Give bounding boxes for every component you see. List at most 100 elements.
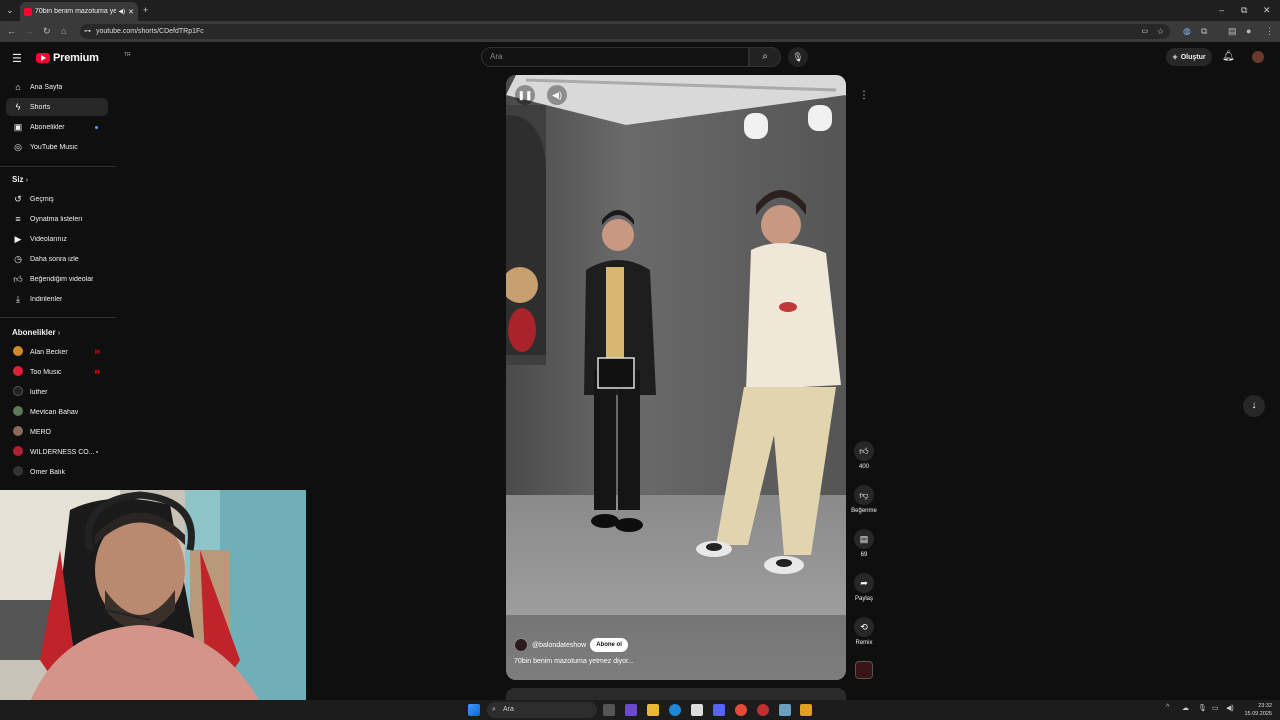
browser-tab-active[interactable]: 70bin benim mazotuma yet ◀) ✕ xyxy=(20,2,138,21)
share-action[interactable]: ➦ Paylaş xyxy=(848,573,880,602)
site-info-icon[interactable]: ⊶ xyxy=(84,24,91,39)
comments-button[interactable]: ▤ xyxy=(854,529,874,549)
sidebar-item-downloads[interactable]: ⤓ İndirilenler xyxy=(6,290,108,308)
app-icon[interactable] xyxy=(779,704,791,716)
shorts-video-player[interactable]: ❚❚ ◀) ⛶ @balondateshow Abone ol 70bin be… xyxy=(506,75,846,680)
sidebar-item-label: Ana Sayfa xyxy=(30,83,63,91)
edge-icon[interactable] xyxy=(669,704,681,716)
share-button[interactable]: ➦ xyxy=(854,573,874,593)
sidebar-item-history[interactable]: ↺ Geçmiş xyxy=(6,190,108,208)
profile-icon[interactable]: ● xyxy=(1246,26,1251,37)
sidebar-sub-wilderness[interactable]: WILDERNESS CO... xyxy=(6,443,108,461)
file-explorer-icon[interactable] xyxy=(647,704,659,716)
channel-name[interactable]: @balondateshow xyxy=(532,642,586,649)
playlist-icon: ≡ xyxy=(15,214,21,224)
sidebar-section-you[interactable]: Siz › xyxy=(12,175,28,184)
browser-menu-icon[interactable]: ⋮ xyxy=(1265,26,1274,37)
dislike-button[interactable]: 👎︎ xyxy=(854,485,874,505)
app-icon-2[interactable] xyxy=(800,704,812,716)
dislike-action[interactable]: 👎︎ Beğenme xyxy=(848,485,880,514)
comments-action[interactable]: ▤ 69 xyxy=(848,529,880,558)
sidebar-item-playlists[interactable]: ≡ Oynatma listeleri xyxy=(6,210,108,228)
sidebar-item-home[interactable]: ⌂ Ana Sayfa xyxy=(6,78,108,96)
fullscreen-button[interactable]: ⛶ xyxy=(815,85,835,105)
sidebar-section-subscriptions[interactable]: Abonelikler › xyxy=(12,328,60,337)
volume-tray-icon[interactable]: ◀) xyxy=(1226,704,1234,712)
reload-icon[interactable]: ↻ xyxy=(43,26,51,37)
discord-icon[interactable] xyxy=(713,704,725,716)
sidebar-item-your-videos[interactable]: ▶ Videolarınız xyxy=(6,230,108,248)
sidebar-item-shorts[interactable]: ϟ Shorts xyxy=(6,98,108,116)
windows-start-icon[interactable] xyxy=(468,704,480,716)
search-button[interactable]: ⌕ xyxy=(749,47,781,67)
sidebar-item-liked-videos[interactable]: 👍︎ Beğendiğim videolar xyxy=(6,270,108,288)
account-avatar[interactable] xyxy=(1252,51,1264,63)
hamburger-menu-icon[interactable]: ☰ xyxy=(12,52,22,65)
channel-avatar xyxy=(13,466,23,476)
channel-avatar xyxy=(13,346,23,356)
microphone-tray-icon[interactable]: 🎙︎ xyxy=(1198,704,1207,712)
extension-icon[interactable]: ◍ xyxy=(1183,26,1191,37)
voice-search-button[interactable]: 🎙︎ xyxy=(788,47,808,67)
sidebar-item-label: Beğendiğim videolar xyxy=(30,275,94,283)
sidebar-sub-mero[interactable]: MERO xyxy=(6,423,108,441)
tab-list-icon[interactable]: ⌄ xyxy=(6,4,14,16)
cast-icon[interactable]: ▭ xyxy=(1141,24,1148,39)
sidebar-item-subscriptions[interactable]: ▣ Abonelikler xyxy=(6,118,108,136)
back-arrow-icon[interactable]: ← xyxy=(7,26,16,37)
extensions-puzzle-icon[interactable]: ⧉ xyxy=(1201,26,1207,37)
sidebar: ⌂ Ana Sayfa ϟ Shorts ▣ Abonelikler ◎ You… xyxy=(0,72,116,492)
forward-arrow-icon[interactable]: → xyxy=(25,26,34,37)
sidebar-item-label: WILDERNESS CO... xyxy=(30,448,95,456)
network-icon[interactable]: ▭ xyxy=(1212,704,1219,712)
copilot-icon[interactable] xyxy=(625,704,637,716)
new-tab-button[interactable]: + xyxy=(143,4,148,16)
obs-icon[interactable] xyxy=(757,704,769,716)
subscribe-button[interactable]: Abone ol xyxy=(590,638,628,652)
sidebar-sub-mevtcan-bahav[interactable]: Mevtcan Bahav xyxy=(6,403,108,421)
notifications-bell-icon[interactable]: 🔔︎ xyxy=(1222,51,1235,62)
remix-button[interactable]: ⟲ xyxy=(854,617,874,637)
tab-audio-icon[interactable]: ◀) xyxy=(119,8,126,15)
search-input[interactable]: Ara xyxy=(481,47,749,67)
home-browser-icon[interactable]: ⌂ xyxy=(61,26,66,37)
sound-thumbnail[interactable] xyxy=(855,661,873,679)
download-icon: ⤓ xyxy=(16,293,20,304)
youtube-logo[interactable]: Premium TR xyxy=(36,52,131,64)
taskbar-clock[interactable]: 23:32 15.09.2025 xyxy=(1240,702,1272,718)
url-field[interactable]: ⊶ youtube.com/shorts/CDefdTRp1Fc ▭ ☆ xyxy=(80,24,1170,39)
close-window-button[interactable]: ✕ xyxy=(1263,4,1271,16)
maximize-button[interactable]: ⧉ xyxy=(1241,4,1247,16)
more-options-button[interactable]: ⋮ xyxy=(854,86,874,106)
video-frame xyxy=(506,75,846,680)
store-icon[interactable] xyxy=(691,704,703,716)
sidebar-sub-alan-becker[interactable]: Alan Becker ▮▮ xyxy=(6,343,108,361)
next-short-button[interactable]: ↓ xyxy=(1243,395,1265,417)
create-button[interactable]: + Oluştur xyxy=(1166,48,1212,66)
task-view-icon[interactable] xyxy=(603,704,615,716)
channel-avatar[interactable] xyxy=(514,638,528,652)
short-title[interactable]: 70bin benim mazotuma yetmez diyor... xyxy=(514,658,634,665)
sidebar-item-youtube-music[interactable]: ◎ YouTube Music xyxy=(6,138,108,156)
sidebar-sub-too-music[interactable]: Too Music ▮▮ xyxy=(6,363,108,381)
bookmark-star-icon[interactable]: ☆ xyxy=(1157,24,1164,39)
pause-button[interactable]: ❚❚ xyxy=(515,85,535,105)
share-icon: ➦ xyxy=(860,578,868,588)
sidebar-sub-omer-balik[interactable]: Ömer Balık xyxy=(6,463,108,481)
tab-close-icon[interactable]: ✕ xyxy=(128,8,134,16)
cloud-icon[interactable]: ☁ xyxy=(1182,704,1189,712)
chevron-right-icon: › xyxy=(25,177,29,184)
music-icon: ◎ xyxy=(14,141,22,152)
tray-chevron-icon[interactable]: ^ xyxy=(1166,704,1169,711)
sidebar-sub-luther[interactable]: luther xyxy=(6,383,108,401)
thumbs-up-icon: 👍︎ xyxy=(859,446,869,456)
like-action[interactable]: 👍︎ 400 xyxy=(848,441,880,470)
sidebar-toggle-icon[interactable]: ▤ xyxy=(1228,26,1237,37)
chrome-icon[interactable] xyxy=(735,704,747,716)
mute-button[interactable]: ◀) xyxy=(547,85,567,105)
sidebar-item-watch-later[interactable]: ◷ Daha sonra izle xyxy=(6,250,108,268)
minimize-button[interactable]: – xyxy=(1219,4,1224,16)
like-button[interactable]: 👍︎ xyxy=(854,441,874,461)
taskbar-search-input[interactable]: ⌕ Ara xyxy=(487,702,597,718)
remix-action[interactable]: ⟲ Remix xyxy=(848,617,880,646)
